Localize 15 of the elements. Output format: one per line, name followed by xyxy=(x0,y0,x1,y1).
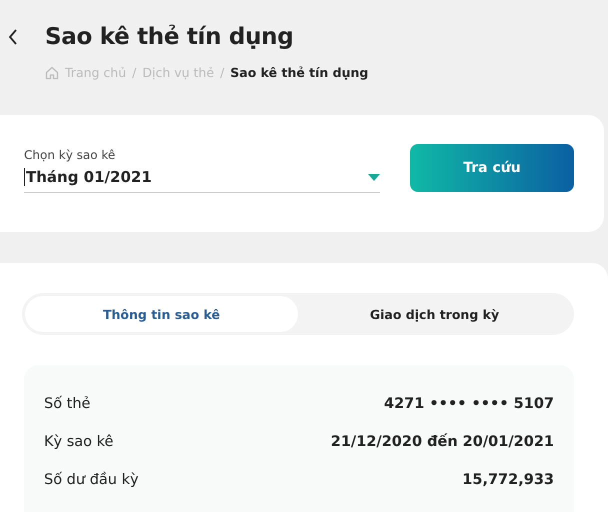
detail-value: 21/12/2020 đến 20/01/2021 xyxy=(330,434,554,450)
dropdown-caret-icon xyxy=(368,174,380,180)
detail-value: 4271 •••• •••• 5107 xyxy=(384,396,554,412)
detail-label: Số thẻ xyxy=(44,396,90,412)
tab[interactable]: Giao dịch trong kỳ xyxy=(298,296,571,332)
detail-label: Kỳ sao kê xyxy=(44,434,114,450)
tab[interactable]: Thông tin sao kê xyxy=(25,296,298,332)
page-title: Sao kê thẻ tín dụng xyxy=(45,24,294,50)
detail-value: 15,772,933 xyxy=(462,472,554,488)
breadcrumb-separator: / xyxy=(132,65,136,80)
period-select[interactable]: Chọn kỳ sao kê Tháng 01/2021 xyxy=(24,148,380,193)
search-button[interactable]: Tra cứu xyxy=(410,144,574,192)
back-icon[interactable] xyxy=(8,29,18,45)
breadcrumb-separator: / xyxy=(220,65,224,80)
detail-label: Số dư đầu kỳ xyxy=(44,472,139,488)
